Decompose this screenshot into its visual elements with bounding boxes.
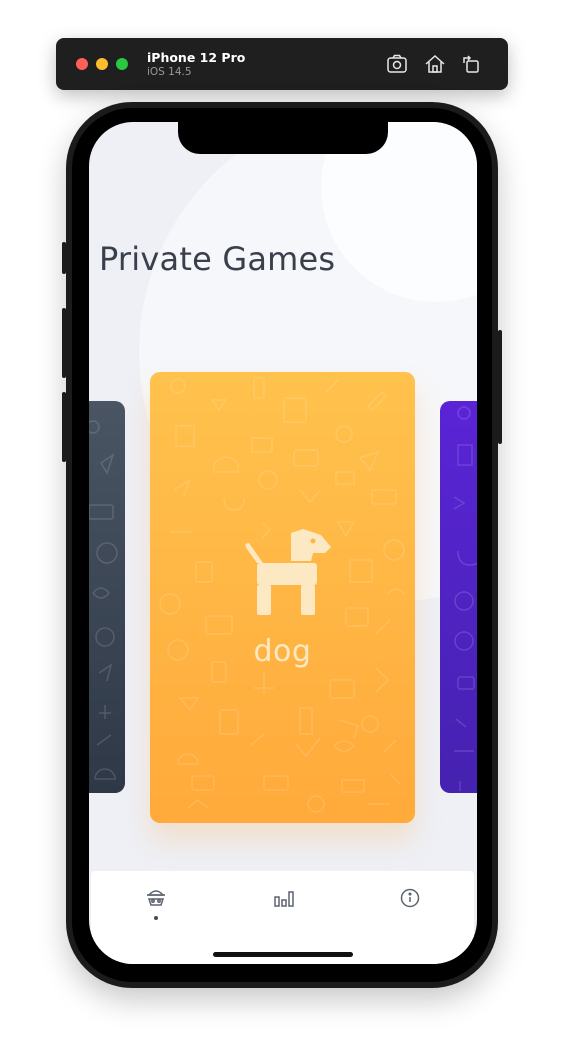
left-card[interactable] bbox=[89, 401, 125, 793]
card-label: dog bbox=[253, 634, 312, 669]
home-button[interactable] bbox=[422, 51, 448, 77]
main-card[interactable]: dog bbox=[150, 372, 415, 823]
dog-icon bbox=[245, 529, 331, 615]
rotate-button[interactable] bbox=[458, 51, 484, 77]
device-name: iPhone 12 Pro bbox=[147, 50, 246, 65]
simulator-toolbar: iPhone 12 Pro iOS 14.5 bbox=[56, 38, 508, 90]
close-window-button[interactable] bbox=[76, 58, 88, 70]
page-title: Private Games bbox=[99, 240, 336, 278]
minimize-window-button[interactable] bbox=[96, 58, 108, 70]
os-version: iOS 14.5 bbox=[147, 66, 192, 78]
stats-icon bbox=[274, 891, 294, 907]
home-indicator[interactable] bbox=[213, 952, 353, 957]
screenshot-button[interactable] bbox=[384, 51, 410, 77]
tab-bar bbox=[91, 871, 474, 964]
games-icon bbox=[147, 890, 165, 906]
zoom-window-button[interactable] bbox=[116, 58, 128, 70]
app-screen: Private Games dog bbox=[89, 122, 477, 964]
home-icon bbox=[425, 54, 445, 73]
tab-stats[interactable] bbox=[271, 885, 297, 911]
power-button bbox=[498, 330, 502, 444]
volume-down-button bbox=[62, 392, 66, 462]
tab-games[interactable] bbox=[143, 885, 169, 911]
info-icon bbox=[400, 888, 420, 908]
mute-switch bbox=[62, 242, 66, 274]
right-card[interactable] bbox=[440, 401, 477, 793]
active-tab-indicator bbox=[154, 916, 158, 920]
tab-info[interactable] bbox=[397, 885, 423, 911]
notch bbox=[178, 122, 388, 154]
rotate-icon bbox=[463, 55, 479, 73]
card-pattern bbox=[89, 420, 118, 780]
card-pattern bbox=[453, 406, 477, 791]
screenshot-icon bbox=[387, 54, 407, 73]
volume-up-button bbox=[62, 308, 66, 378]
